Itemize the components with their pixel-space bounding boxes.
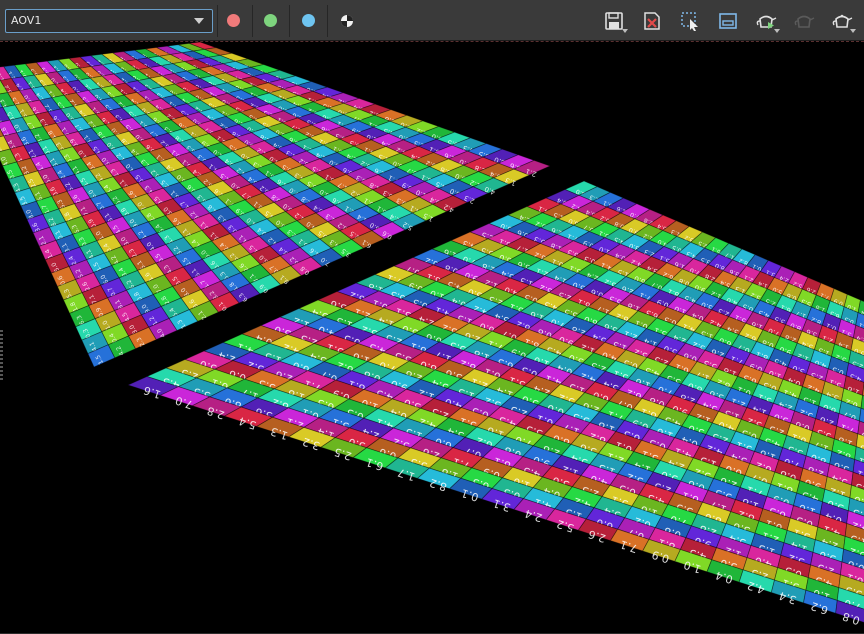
- crop-region-button[interactable]: [714, 8, 742, 34]
- render-view-toolbar: AOV1: [0, 0, 864, 41]
- green-channel-button[interactable]: [257, 8, 285, 34]
- chevron-down-icon: [194, 18, 204, 24]
- render-teapot-button[interactable]: [752, 8, 780, 34]
- rendered-scene-image: 0.13.12.45.22.67.10.91.00.44.23.46.20.89…: [0, 42, 864, 634]
- toolbar-divider: [289, 5, 290, 37]
- toolbar-divider: [252, 5, 253, 37]
- clear-image-button[interactable]: [638, 8, 666, 34]
- aov-dropdown[interactable]: AOV1: [5, 9, 213, 33]
- toolbar-divider: [327, 5, 328, 37]
- aov-dropdown-value: AOV1: [11, 14, 41, 27]
- pause-render-button[interactable]: [790, 8, 818, 34]
- save-image-button[interactable]: [600, 8, 628, 34]
- red-channel-button[interactable]: [220, 8, 248, 34]
- render-viewport[interactable]: 0.13.12.45.22.67.10.91.00.44.23.46.20.89…: [0, 41, 864, 633]
- rgba-toggle-icon: [336, 10, 358, 32]
- blue-dot-icon: [302, 14, 315, 27]
- teapot-options-button[interactable]: [828, 8, 856, 34]
- rgba-toggle-button[interactable]: [333, 8, 361, 34]
- green-dot-icon: [264, 14, 277, 27]
- toolbar-divider: [217, 5, 218, 37]
- pause-render-icon: [793, 10, 815, 32]
- dropdown-arrow-icon: [850, 29, 856, 33]
- clear-image-icon: [641, 10, 663, 32]
- blue-channel-button[interactable]: [295, 8, 323, 34]
- dropdown-arrow-icon: [774, 29, 780, 33]
- region-select-button[interactable]: [676, 8, 704, 34]
- viewport-resize-handle[interactable]: [0, 330, 3, 380]
- region-select-icon: [679, 10, 701, 32]
- red-dot-icon: [227, 14, 240, 27]
- crop-region-icon: [717, 10, 739, 32]
- dropdown-arrow-icon: [622, 29, 628, 33]
